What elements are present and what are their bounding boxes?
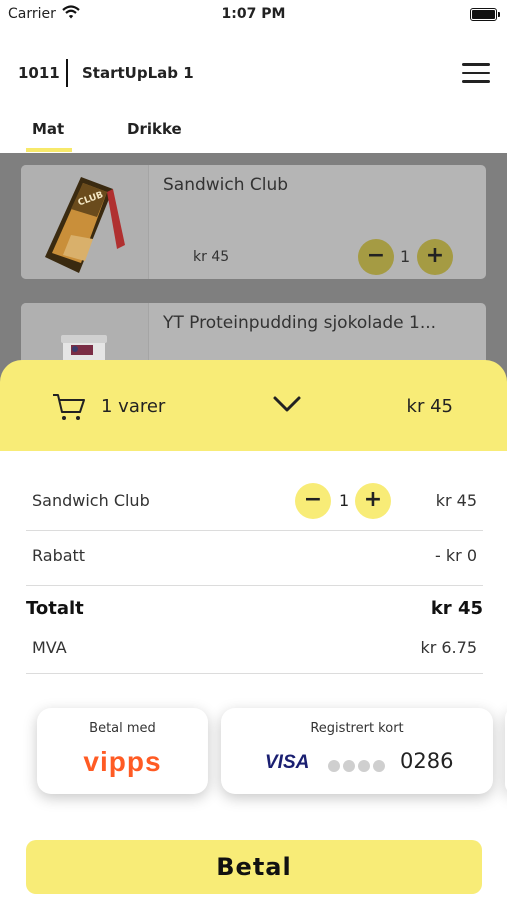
category-tabs: Mat Drikke <box>0 112 507 153</box>
club-sandwich-image: CLUB <box>21 165 149 279</box>
vat-value: kr 6.75 <box>420 638 477 657</box>
tab-drikke[interactable]: Drikke <box>127 120 182 138</box>
cart-total: kr 45 <box>406 396 453 417</box>
total-value: kr 45 <box>430 598 483 619</box>
product-price: kr 45 <box>193 249 230 265</box>
vipps-payment-option[interactable]: Betal med vipps <box>37 708 208 794</box>
decrease-quantity-button[interactable]: − <box>295 483 331 519</box>
product-name: YT Proteinpudding sjokolade 1... <box>163 313 437 333</box>
vipps-logo: vipps <box>83 746 162 777</box>
order-line-item: Sandwich Club − 1 + kr 45 <box>26 477 483 531</box>
app-header: 1011 StartUpLab 1 <box>0 55 507 91</box>
total-row: Totalt kr 45 MVA kr 6.75 <box>26 586 483 674</box>
total-label: Totalt <box>26 598 84 619</box>
registered-card-option[interactable]: Registrert kort VISA 0286 <box>221 708 493 794</box>
table-number: 1011 <box>18 64 60 82</box>
tab-mat[interactable]: Mat <box>32 120 64 138</box>
discount-row: Rabatt - kr 0 <box>26 531 483 586</box>
order-item-quantity: 1 <box>339 491 350 510</box>
order-item-price: kr 45 <box>435 491 477 510</box>
clock: 1:07 PM <box>221 6 286 22</box>
order-item-name: Sandwich Club <box>32 491 150 510</box>
header-divider <box>66 59 68 87</box>
card-last-digits: 0286 <box>400 749 454 773</box>
cart-summary-bar[interactable]: 1 varer kr 45 <box>0 360 507 451</box>
battery-icon <box>470 8 500 21</box>
shopping-cart-icon <box>53 394 85 420</box>
status-bar: Carrier 1:07 PM <box>0 0 507 28</box>
product-name: Sandwich Club <box>163 175 289 195</box>
card-caption: Registrert kort <box>310 721 404 736</box>
hamburger-menu-icon[interactable] <box>462 63 490 83</box>
visa-logo: VISA <box>265 752 310 773</box>
discount-label: Rabatt <box>32 546 86 565</box>
discount-value: - kr 0 <box>435 546 477 565</box>
product-card[interactable]: CLUB Sandwich Club kr 45 − 1 + <box>21 165 486 279</box>
decrease-quantity-button[interactable]: − <box>358 239 394 275</box>
product-quantity: 1 <box>400 247 411 266</box>
venue-name: StartUpLab 1 <box>82 64 194 82</box>
cart-item-count: 1 varer <box>101 396 166 417</box>
order-sheet: Sandwich Club − 1 + kr 45 Rabatt - kr 0 … <box>0 451 507 900</box>
active-tab-indicator <box>26 148 72 152</box>
card-mask-dots <box>328 757 388 776</box>
pay-button[interactable]: Betal <box>26 840 482 894</box>
increase-quantity-button[interactable]: + <box>417 239 453 275</box>
increase-quantity-button[interactable]: + <box>355 483 391 519</box>
chevron-down-icon[interactable] <box>272 394 302 414</box>
vat-label: MVA <box>32 638 67 657</box>
vipps-caption: Betal med <box>89 721 156 736</box>
